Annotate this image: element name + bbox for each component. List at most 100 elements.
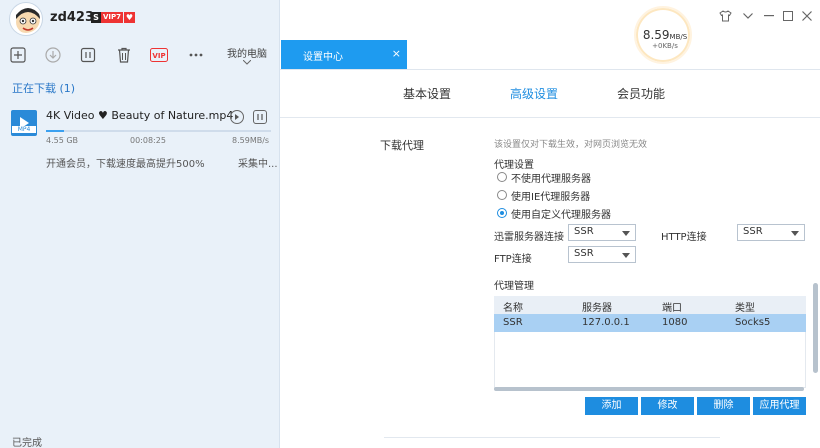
super-badge: S <box>91 12 101 23</box>
col-type[interactable]: 类型 <box>735 299 755 314</box>
speed-widget-main: 8.59MB/S <box>636 28 694 42</box>
tab-member-features[interactable]: 会员功能 <box>617 85 665 102</box>
maximize-icon <box>783 11 793 21</box>
item-pause-button[interactable] <box>253 110 267 124</box>
edit-proxy-button[interactable]: 修改 <box>641 397 694 415</box>
tab-close-button[interactable]: × <box>392 47 401 60</box>
col-name[interactable]: 名称 <box>503 299 523 314</box>
minimize-icon <box>764 15 774 17</box>
xunlei-connection-value: SSR <box>574 226 594 237</box>
speed-main-value: 8.59 <box>642 28 670 42</box>
dropdown-arrow-icon <box>791 231 799 236</box>
download-speed: 8.59MB/s <box>232 136 270 145</box>
new-task-button[interactable] <box>8 45 28 65</box>
radio-ie-proxy[interactable]: 使用IE代理服务器 <box>497 188 591 203</box>
download-proxy-label: 下载代理 <box>380 139 424 152</box>
col-server[interactable]: 服务器 <box>582 299 612 314</box>
cell-type: Socks5 <box>735 317 771 328</box>
minimize-button[interactable] <box>762 9 776 23</box>
avatar[interactable] <box>10 3 42 35</box>
proxy-hint: 该设置仅对下载生效，对网页浏览无效 <box>494 140 648 150</box>
radio-button[interactable] <box>497 172 507 182</box>
tab-my-computer-label: 我的电脑 <box>227 49 267 60</box>
trash-icon <box>118 47 130 63</box>
plus-icon <box>10 47 26 63</box>
tab-advanced-settings[interactable]: 高级设置 <box>510 85 558 102</box>
app-window: zd423 S VIP7 ♥ VIP 我的电脑 正在下载 (1) MP4 4K … <box>0 0 820 448</box>
time-remaining: 00:08:25 <box>130 136 166 145</box>
download-item[interactable]: MP4 4K Video ♥ Beauty of Nature.mp4 4.55… <box>0 100 280 180</box>
username[interactable]: zd423 <box>50 10 94 25</box>
dropdown-arrow-icon <box>622 231 630 236</box>
tab-basic-settings[interactable]: 基本设置 <box>403 85 451 102</box>
speed-widget[interactable]: 8.59MB/S +0KB/s <box>634 6 692 64</box>
settings-vertical-scrollbar[interactable] <box>813 283 818 373</box>
item-pause-icon <box>257 114 263 120</box>
radio-custom-proxy[interactable]: 使用自定义代理服务器 <box>497 206 611 221</box>
completed-heading[interactable]: 已完成 <box>12 434 42 448</box>
radio-custom-proxy-label: 使用自定义代理服务器 <box>511 209 611 221</box>
file-type-label: MP4 <box>11 126 37 134</box>
radio-button[interactable] <box>497 190 507 200</box>
vip-badge: VIP7 <box>101 12 124 23</box>
http-connection-value: SSR <box>743 226 763 237</box>
apply-proxy-button[interactable]: 应用代理 <box>753 397 806 415</box>
chevron-down-icon <box>743 13 753 19</box>
download-progress-bar <box>46 130 271 132</box>
cell-server: 127.0.0.1 <box>582 317 630 328</box>
speedup-icon[interactable] <box>230 110 244 124</box>
cell-port: 1080 <box>662 317 688 328</box>
maximize-button[interactable] <box>781 9 795 23</box>
cell-name: SSR <box>503 317 523 328</box>
proxy-management-heading: 代理管理 <box>494 281 534 292</box>
radio-no-proxy-label: 不使用代理服务器 <box>511 173 591 185</box>
svg-text:VIP: VIP <box>152 52 165 60</box>
xunlei-connection-label: 迅雷服务器连接 <box>494 232 564 243</box>
close-icon <box>802 11 812 21</box>
user-row: zd423 S VIP7 ♥ <box>0 0 280 40</box>
settings-tab-bar: 基本设置 高级设置 会员功能 <box>280 70 820 118</box>
speed-sub-value: +0KB/s <box>652 42 678 50</box>
radio-ie-proxy-label: 使用IE代理服务器 <box>511 191 591 203</box>
vip-promo-text[interactable]: 开通会员，下载速度最高提升500% <box>46 155 205 170</box>
ftp-connection-select[interactable]: SSR <box>568 246 636 263</box>
skin-button[interactable] <box>718 9 732 23</box>
downloading-heading[interactable]: 正在下载 (1) <box>12 80 75 96</box>
tab-my-computer[interactable]: 我的电脑 <box>214 40 280 70</box>
vip-button[interactable]: VIP <box>149 45 169 65</box>
http-connection-select[interactable]: SSR <box>737 224 805 241</box>
start-button[interactable] <box>43 45 63 65</box>
download-circle-icon <box>45 47 61 63</box>
http-connection-label: HTTP连接 <box>661 232 707 243</box>
avatar-face-icon <box>16 8 40 33</box>
menu-button[interactable] <box>741 9 755 23</box>
ftp-connection-label: FTP连接 <box>494 254 532 265</box>
dropdown-arrow-icon <box>622 253 630 258</box>
section-divider <box>384 437 720 438</box>
pause-button[interactable] <box>78 45 98 65</box>
xunlei-connection-select[interactable]: SSR <box>568 224 636 241</box>
membership-icon: ♥ <box>124 12 135 23</box>
pause-icon <box>80 47 96 63</box>
add-proxy-button[interactable]: 添加 <box>585 397 638 415</box>
close-button[interactable] <box>800 9 814 23</box>
more-button[interactable] <box>186 45 206 65</box>
delete-proxy-button[interactable]: 删除 <box>697 397 750 415</box>
task-status: 采集中... <box>238 159 278 170</box>
table-row[interactable]: SSR 127.0.0.1 1080 Socks5 <box>494 314 806 332</box>
ftp-connection-value: SSR <box>574 248 594 259</box>
file-name: 4K Video ♥ Beauty of Nature.mp4 <box>46 109 234 122</box>
radio-button-selected[interactable] <box>497 208 507 218</box>
download-progress-fill <box>46 130 64 132</box>
col-port[interactable]: 端口 <box>662 299 682 314</box>
radio-no-proxy[interactable]: 不使用代理服务器 <box>497 170 591 185</box>
table-horizontal-scrollbar[interactable] <box>494 387 804 391</box>
speed-main-unit: MB/S <box>669 33 688 41</box>
tab-settings-center[interactable]: 设置中心 × <box>281 40 407 69</box>
more-dots-icon <box>189 53 203 57</box>
delete-button[interactable] <box>114 45 134 65</box>
speedup-glyph-icon <box>235 114 239 120</box>
file-size: 4.55 GB <box>46 136 79 145</box>
table-header: 名称 服务器 端口 类型 <box>494 296 806 314</box>
proxy-table: 名称 服务器 端口 类型 SSR 127.0.0.1 1080 Socks5 <box>494 296 806 332</box>
